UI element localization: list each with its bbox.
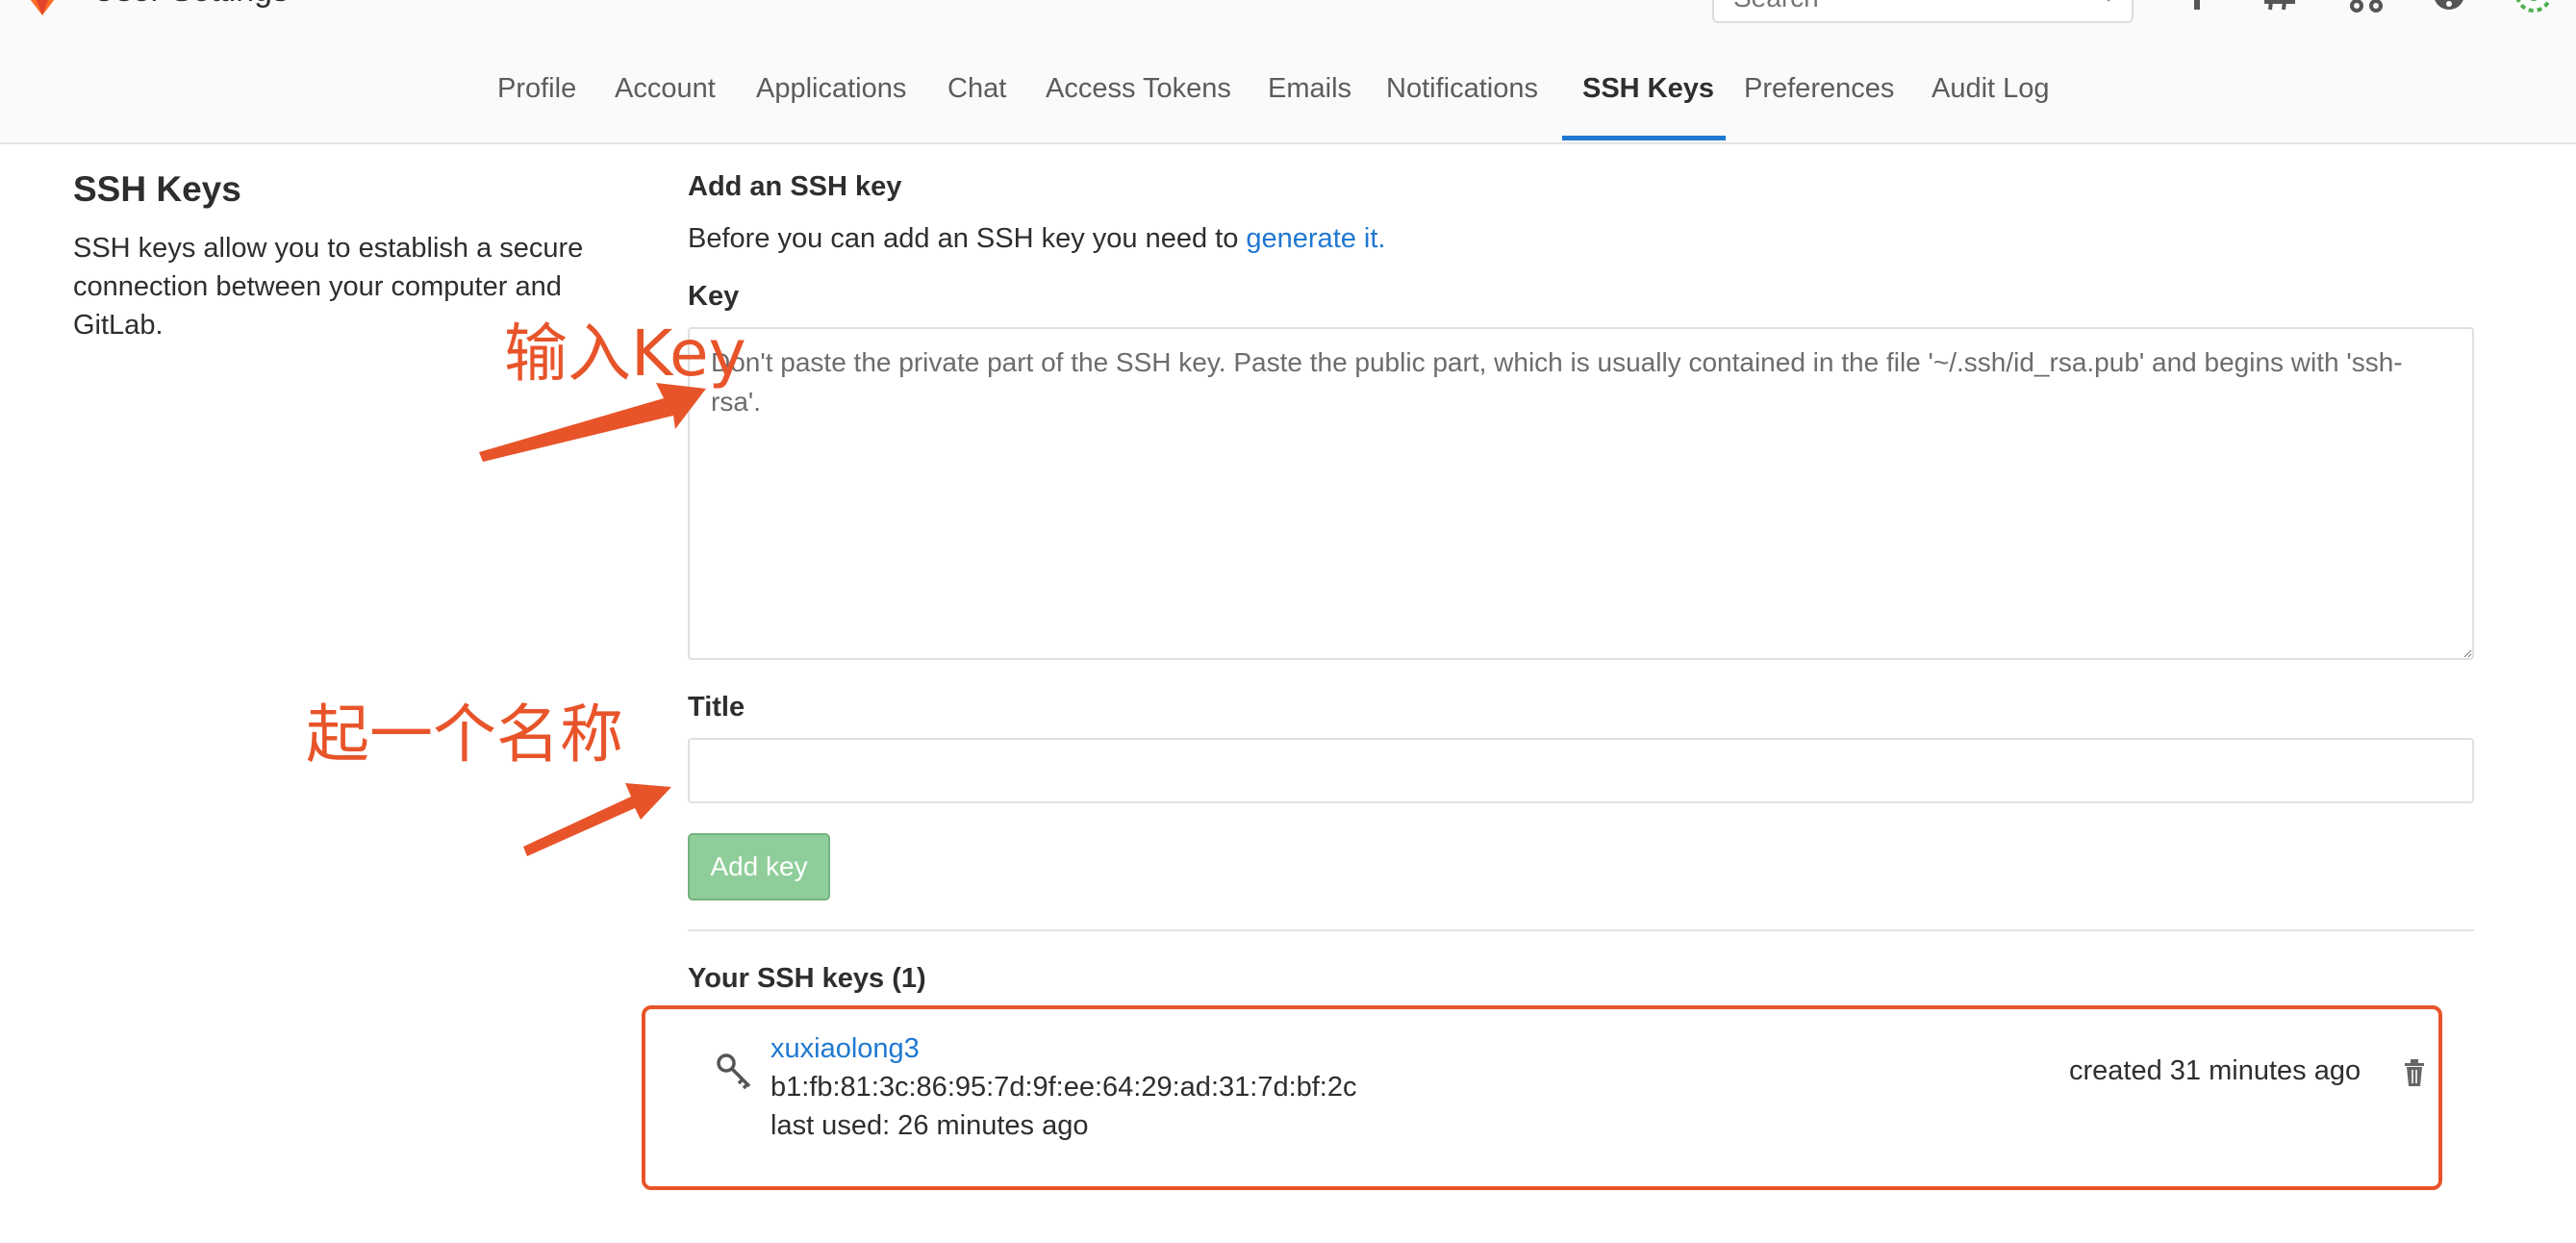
intro-text: Before you can add an SSH key you need t… [688, 223, 1386, 255]
ssh-key-last-used: last used: 26 minutes ago [770, 1110, 1089, 1141]
tab-access-tokens[interactable]: Access Tokens [1046, 60, 1231, 140]
merge-request-icon[interactable] [2347, 0, 2386, 13]
divider [688, 929, 2474, 931]
intro-text-prefix: Before you can add an SSH key you need t… [688, 223, 1247, 254]
add-ssh-key-heading: Add an SSH key [688, 171, 902, 202]
generate-it-link[interactable]: generate it. [1246, 223, 1385, 254]
plus-icon[interactable] [2178, 0, 2216, 13]
tab-ssh-keys[interactable]: SSH Keys [1582, 60, 1714, 140]
search-input[interactable] [1731, 0, 2082, 23]
tab-notifications[interactable]: Notifications [1386, 60, 1538, 140]
tab-applications[interactable]: Applications [756, 60, 906, 140]
active-tab-indicator [1562, 136, 1726, 140]
gitlab-logo-icon[interactable] [17, 0, 67, 15]
search-box[interactable] [1712, 0, 2134, 23]
tab-preferences[interactable]: Preferences [1744, 60, 1894, 140]
tab-emails[interactable]: Emails [1268, 60, 1351, 140]
tab-profile[interactable]: Profile [497, 60, 576, 140]
title-input[interactable] [688, 738, 2474, 803]
ssh-key-created-time: created 31 minutes ago [2069, 1055, 2361, 1086]
ssh-key-name-link[interactable]: xuxiaolong3 [770, 1033, 920, 1065]
key-icon [717, 1053, 751, 1090]
annotation-enter-key: 输入Key [504, 317, 746, 391]
todo-hash-icon[interactable] [2260, 0, 2299, 13]
sidebar-title: SSH Keys [73, 169, 241, 209]
your-ssh-keys-heading: Your SSH keys (1) [688, 963, 926, 994]
search-icon [2107, 0, 2110, 2]
user-avatar-icon[interactable] [2514, 0, 2553, 13]
annotation-give-name: 起一个名称 [306, 698, 623, 772]
trash-icon[interactable] [2403, 1059, 2426, 1086]
tab-audit-log[interactable]: Audit Log [1932, 60, 2050, 140]
tab-chat[interactable]: Chat [947, 60, 1006, 140]
settings-tabs: Profile Account Applications Chat Access… [0, 60, 2576, 142]
page-title: User Settings [92, 0, 289, 10]
add-key-button[interactable]: Add key [688, 833, 830, 901]
tab-account[interactable]: Account [615, 60, 716, 140]
key-textarea[interactable] [688, 327, 2474, 660]
arrow-to-key [479, 383, 706, 462]
ssh-key-fingerprint: b1:fb:81:3c:86:95:7d:9f:ee:64:29:ad:31:7… [770, 1072, 1357, 1103]
arrow-to-title [523, 783, 671, 856]
title-label: Title [688, 692, 745, 723]
key-label: Key [688, 281, 740, 312]
help-icon[interactable] [2430, 0, 2468, 13]
